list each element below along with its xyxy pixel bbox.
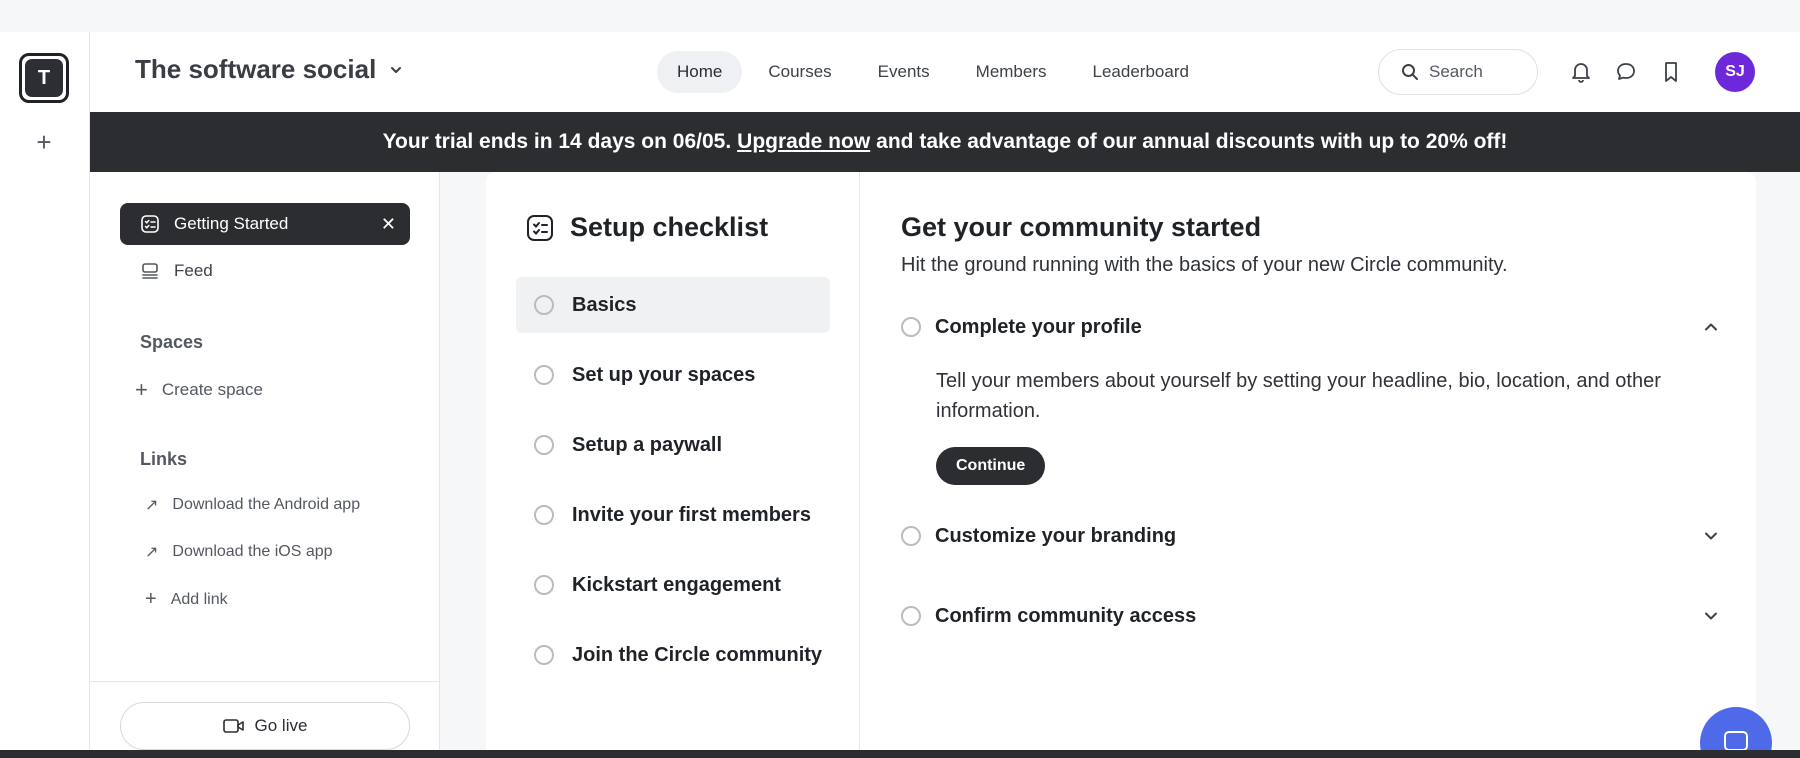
checklist-item-label: Set up your spaces [572,363,756,386]
chevron-down-icon [391,66,402,73]
checklist-item-engagement[interactable]: Kickstart engagement [516,557,830,613]
sidebar: Getting Started ✕ Feed Spaces + Create s… [90,172,440,758]
checklist-item-label: Setup a paywall [572,433,723,456]
sidebar-link-label: Add link [170,590,228,608]
step-description: Tell your members about yourself by sett… [936,370,1661,422]
continue-button[interactable]: Continue [936,447,1046,485]
circle-icon [901,526,921,546]
checklist-title-text: Setup checklist [570,212,769,242]
bottom-bar [0,750,1800,758]
sidebar-item-getting-started[interactable]: Getting Started ✕ [120,203,410,245]
community-switcher-rail: T + [0,32,90,758]
sidebar-item-feed[interactable]: Feed [120,250,410,292]
circle-icon [534,365,554,385]
spaces-heading: Spaces [140,332,204,352]
plus-icon: + [135,377,148,402]
arrow-up-right-icon: ↗ [145,544,159,561]
nav-events[interactable]: Events [858,51,950,93]
top-header: The software social Home Courses Events … [90,32,1800,112]
search-button[interactable]: Search [1378,49,1538,95]
community-logo-letter: T [25,59,63,97]
checklist-item-spaces[interactable]: Set up your spaces [516,347,830,403]
checklist-item-invite[interactable]: Invite your first members [516,487,830,543]
circle-icon [901,606,921,626]
step-confirm-access[interactable]: Confirm community access [901,598,1721,634]
search-icon [1402,64,1418,80]
nav-courses[interactable]: Courses [748,51,851,93]
step-label: Customize your branding [935,524,1177,547]
search-label: Search [1429,62,1483,81]
circle-icon [534,575,554,595]
checklist-item-paywall[interactable]: Setup a paywall [516,417,830,473]
bookmark-icon[interactable] [1658,59,1684,85]
chevron-down-icon[interactable] [1701,606,1721,626]
sidebar-link-android[interactable]: ↗ Download the Android app [145,495,360,515]
community-name: The software social [135,54,377,84]
detail-title: Get your community started [901,212,1262,242]
checklist-icon [141,215,159,233]
chevron-up-icon[interactable] [1701,317,1721,337]
circle-icon [534,645,554,665]
checklist-item-circle-community[interactable]: Join the Circle community [516,627,830,683]
upgrade-now-link[interactable]: Upgrade now [737,130,870,154]
add-link-button[interactable]: + Add link [145,588,228,611]
sidebar-divider [90,681,439,682]
sidebar-link-ios[interactable]: ↗ Download the iOS app [145,542,333,562]
nav-leaderboard[interactable]: Leaderboard [1073,51,1209,93]
create-space-link[interactable]: + Create space [135,377,263,403]
sidebar-link-label: Download the iOS app [172,543,333,560]
avatar[interactable]: SJ [1715,52,1755,92]
checklist-icon [527,214,553,241]
top-strip [0,0,1800,32]
community-logo-button[interactable]: T [19,53,69,103]
step-label: Complete your profile [935,315,1142,338]
plus-icon: + [145,588,157,610]
checklist-title: Setup checklist [526,212,768,243]
links-heading: Links [140,449,188,469]
chat-icon[interactable] [1613,59,1639,85]
circle-icon [534,505,554,525]
checklist-item-label: Kickstart engagement [572,573,781,596]
video-camera-icon [222,719,244,733]
circle-icon [534,435,554,455]
circle-icon [534,295,554,315]
main-nav: Home Courses Events Members Leaderboard [657,51,1209,93]
arrow-up-right-icon: ↗ [145,497,159,514]
sidebar-link-label: Download the Android app [172,496,361,513]
setup-card: Setup checklist Basics Set up your space… [486,172,1756,758]
go-live-button[interactable]: Go live [120,702,410,750]
nav-home[interactable]: Home [657,51,743,93]
checklist-detail: Get your community started Hit the groun… [901,172,1721,758]
setup-checklist: Setup checklist Basics Set up your space… [486,172,860,758]
nav-members[interactable]: Members [956,51,1067,93]
chat-icon [1724,731,1748,751]
step-label: Confirm community access [935,604,1197,627]
community-name-dropdown[interactable]: The software social [135,54,404,85]
checklist-item-label: Invite your first members [572,503,811,526]
step-complete-profile[interactable]: Complete your profile [901,309,1721,345]
trial-banner: Your trial ends in 14 days on 06/05. Upg… [90,112,1800,172]
detail-subtitle: Hit the ground running with the basics o… [901,254,1508,276]
circle-icon [901,317,921,337]
checklist-item-label: Basics [572,293,637,316]
step-customize-branding[interactable]: Customize your branding [901,518,1721,554]
checklist-item-label: Join the Circle community [572,643,823,666]
create-space-label: Create space [161,380,263,399]
close-icon[interactable]: ✕ [381,214,396,235]
feed-icon [142,263,158,279]
trial-banner-offer-text: and take advantage of our annual discoun… [876,130,1508,153]
checklist-item-basics[interactable]: Basics [516,277,830,333]
go-live-label: Go live [254,716,308,735]
chevron-down-icon[interactable] [1701,526,1721,546]
add-community-button[interactable]: + [30,128,58,156]
sidebar-item-label: Feed [174,261,213,280]
trial-banner-text: Your trial ends in 14 days on 06/05. [382,130,732,153]
bell-icon[interactable] [1568,59,1594,85]
sidebar-item-label: Getting Started [174,214,289,233]
